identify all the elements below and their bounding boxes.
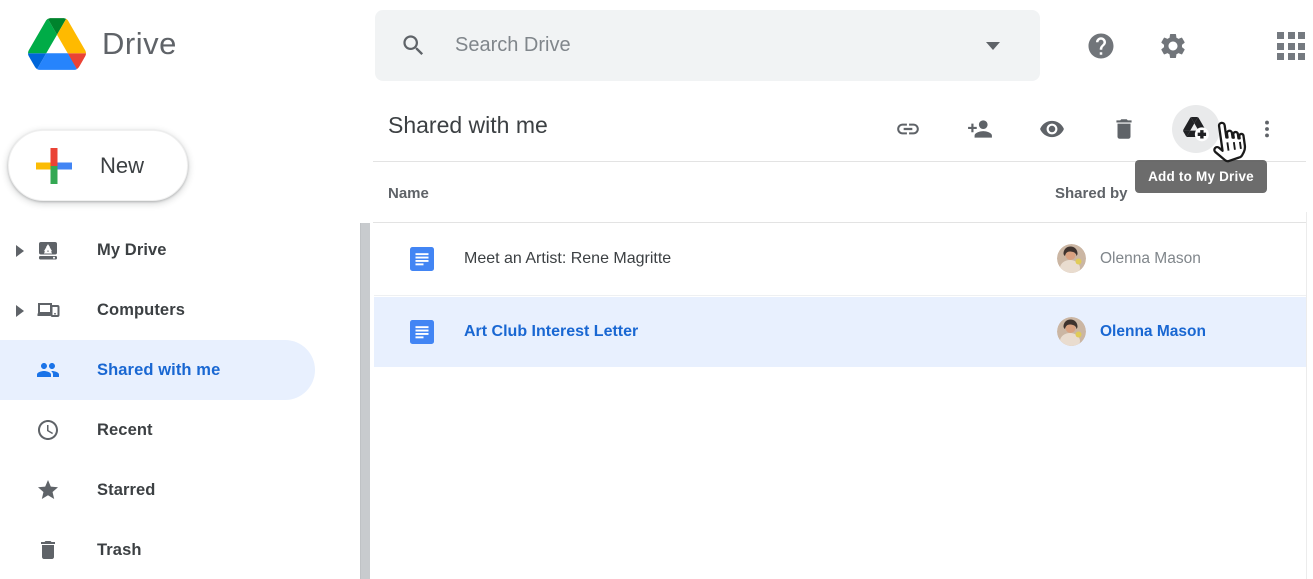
app-title: Drive <box>102 26 177 62</box>
new-button[interactable]: New <box>8 130 188 201</box>
computers-icon <box>36 298 60 322</box>
add-to-my-drive-tooltip: Add to My Drive <box>1135 160 1267 193</box>
column-header-shared-by[interactable]: Shared by <box>1055 185 1128 202</box>
sidebar-item-label: Starred <box>97 460 155 520</box>
sidebar-item-label: Trash <box>97 520 142 579</box>
column-header-name[interactable]: Name <box>388 185 429 202</box>
sidebar-item-my-drive[interactable]: My Drive <box>0 220 315 280</box>
file-row[interactable]: Meet an Artist: Rene Magritte Olenna Mas… <box>374 223 1306 296</box>
trash-icon <box>36 538 60 562</box>
search-bar[interactable] <box>375 10 1040 81</box>
google-doc-icon <box>410 320 434 344</box>
sidebar-item-label: Shared with me <box>97 340 220 400</box>
add-to-drive-icon <box>1182 116 1210 142</box>
drive-logo[interactable]: Drive <box>28 18 177 70</box>
google-doc-icon <box>410 247 434 271</box>
drive-logo-icon <box>28 18 86 70</box>
share-person-add-icon[interactable] <box>967 116 993 142</box>
get-link-icon[interactable] <box>895 116 921 142</box>
shared-by-name: Olenna Mason <box>1100 223 1201 295</box>
sidebar-item-label: My Drive <box>97 220 167 280</box>
chevron-right-icon[interactable] <box>16 245 24 257</box>
file-name[interactable]: Art Club Interest Letter <box>464 297 638 367</box>
sidebar-item-label: Computers <box>97 280 185 340</box>
content-right-border <box>1306 212 1307 579</box>
search-input[interactable] <box>455 34 986 57</box>
file-row-selected[interactable]: Art Club Interest Letter Olenna Mason <box>374 297 1306 367</box>
avatar <box>1057 244 1086 273</box>
avatar <box>1057 317 1086 346</box>
people-icon <box>36 358 60 382</box>
sidebar-scrollbar[interactable] <box>360 223 370 579</box>
sidebar-item-computers[interactable]: Computers <box>0 280 315 340</box>
settings-gear-icon[interactable] <box>1158 31 1188 61</box>
new-button-label: New <box>100 131 144 200</box>
page-title: Shared with me <box>388 112 548 139</box>
multicolor-plus-icon <box>36 148 72 184</box>
star-icon <box>36 478 60 502</box>
add-to-my-drive-button[interactable] <box>1172 105 1220 153</box>
sidebar-item-shared-with-me[interactable]: Shared with me <box>0 340 315 400</box>
search-options-caret-icon[interactable] <box>986 42 1000 50</box>
remove-trash-icon[interactable] <box>1111 116 1137 142</box>
google-apps-grid-icon[interactable] <box>1277 32 1305 60</box>
sidebar-item-label: Recent <box>97 400 153 460</box>
google-drive-app: Drive New <box>0 0 1313 579</box>
sidebar-item-trash[interactable]: Trash <box>0 520 315 579</box>
more-options-icon[interactable] <box>1256 115 1278 143</box>
preview-eye-icon[interactable] <box>1039 116 1065 142</box>
clock-icon <box>36 418 60 442</box>
my-drive-icon <box>36 238 60 262</box>
help-icon[interactable] <box>1086 31 1116 61</box>
sidebar-item-starred[interactable]: Starred <box>0 460 315 520</box>
sidebar-item-recent[interactable]: Recent <box>0 400 315 460</box>
shared-by-name: Olenna Mason <box>1100 297 1206 367</box>
chevron-right-icon[interactable] <box>16 305 24 317</box>
file-name[interactable]: Meet an Artist: Rene Magritte <box>464 223 671 295</box>
search-icon[interactable] <box>400 32 427 59</box>
